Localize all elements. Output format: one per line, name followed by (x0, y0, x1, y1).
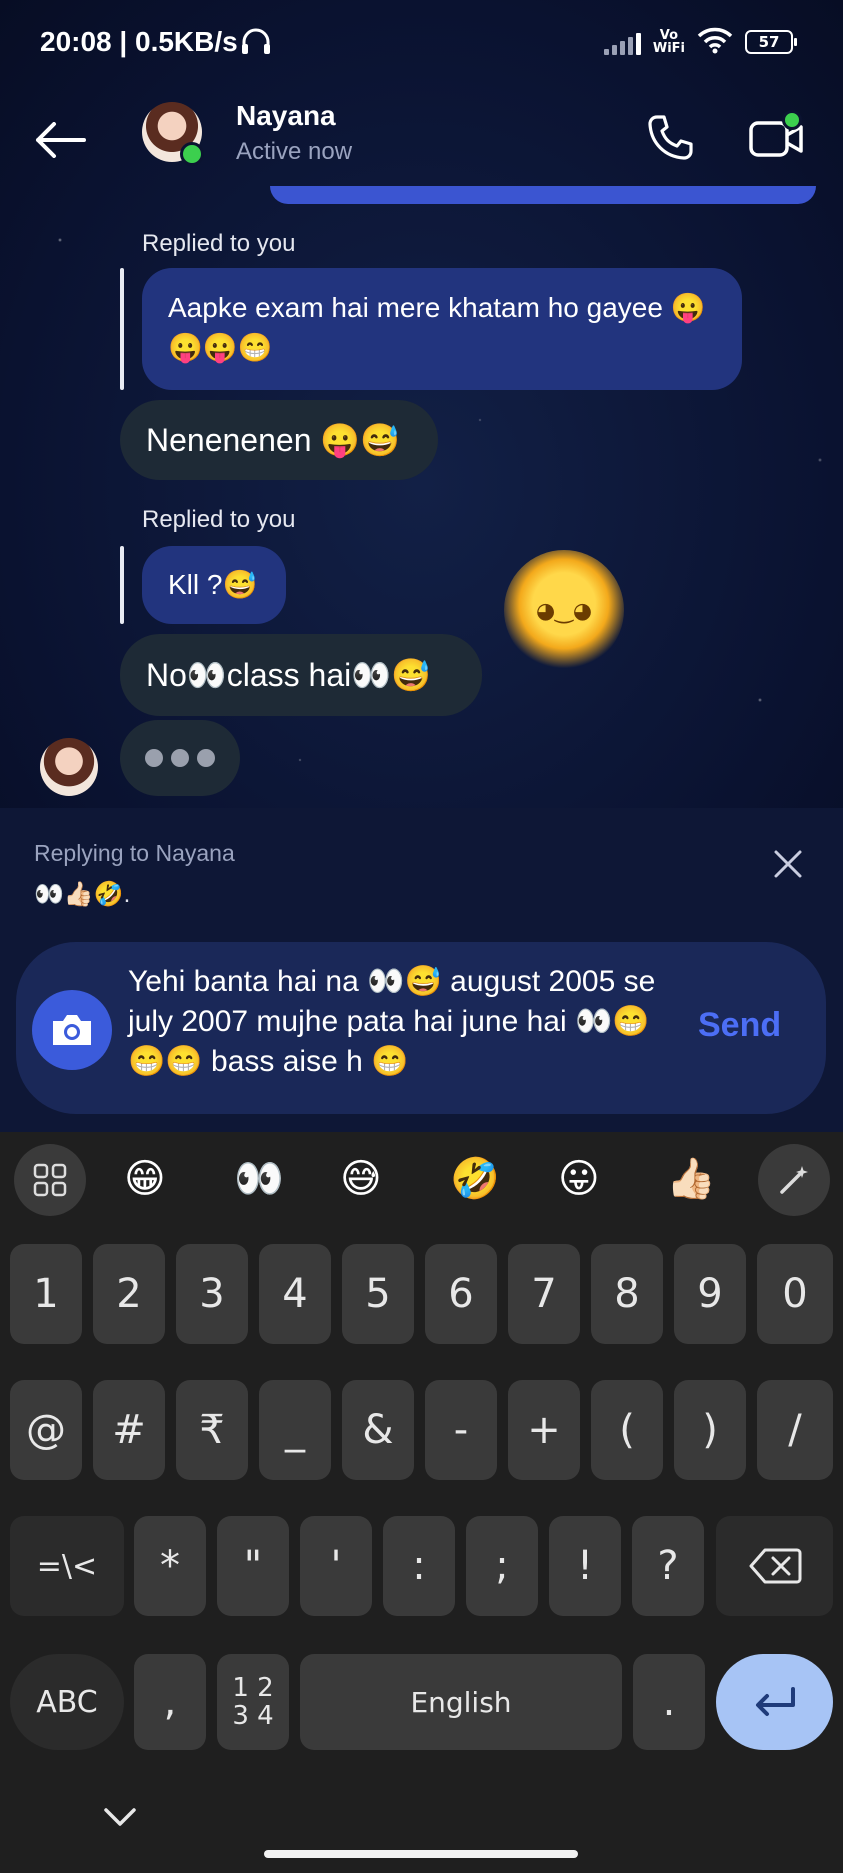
key-ampersand[interactable]: & (342, 1380, 414, 1480)
status-icons: Vo WiFi 57 (603, 26, 797, 58)
number-pad-key[interactable]: 1 2 3 4 (217, 1654, 289, 1750)
emoji-suggestion[interactable]: 😁 (124, 1154, 166, 1204)
enter-key[interactable] (716, 1654, 833, 1750)
keyboard: 😁 👀 😅 🤣 😛 👍🏻 1 2 3 4 5 6 7 8 9 0 @ # ₹ _… (0, 1132, 843, 1873)
vowifi-icon: Vo WiFi (652, 28, 685, 56)
space-key[interactable]: English (300, 1654, 622, 1750)
home-indicator[interactable] (264, 1850, 578, 1858)
key-open-paren[interactable]: ( (591, 1380, 663, 1480)
battery-icon: 57 (745, 30, 797, 54)
key-comma[interactable]: , (134, 1654, 206, 1750)
message-bubble[interactable]: No👀class hai👀😅 (120, 634, 482, 716)
message-input[interactable]: Yehi banta hai na 👀😅 august 2005 se july… (128, 962, 658, 1082)
key-more-symbols[interactable]: =\< (10, 1516, 124, 1616)
video-online-indicator (782, 110, 802, 130)
magic-wand-icon (780, 1166, 808, 1194)
emoji-suggestion[interactable]: 🤣 (450, 1154, 500, 1204)
replied-to-label: Replied to you (142, 230, 296, 257)
emoji-grid-button[interactable] (14, 1144, 86, 1216)
signal-icon (603, 29, 641, 55)
key-slash[interactable]: / (757, 1380, 833, 1480)
key-plus[interactable]: + (508, 1380, 580, 1480)
reply-preview-text: 👀👍🏻🤣. (34, 881, 131, 908)
abc-key[interactable]: ABC (10, 1654, 124, 1750)
emoji-suggestion[interactable]: 👀 (234, 1154, 284, 1204)
typing-indicator (120, 720, 240, 796)
key-rupee[interactable]: ₹ (176, 1380, 248, 1480)
key-5[interactable]: 5 (342, 1244, 414, 1344)
emoji-suggestion[interactable]: 😅 (340, 1154, 382, 1204)
key-semicolon[interactable]: ; (466, 1516, 538, 1616)
key-double-quote[interactable]: " (217, 1516, 289, 1616)
video-call-button[interactable] (744, 108, 808, 168)
close-icon (774, 850, 802, 878)
camera-icon (53, 1015, 91, 1045)
key-minus[interactable]: - (425, 1380, 497, 1480)
key-at[interactable]: @ (10, 1380, 82, 1480)
chat-header: Nayana Active now (0, 90, 843, 200)
headphones-icon (240, 26, 272, 60)
key-period[interactable]: . (633, 1654, 705, 1750)
contact-status: Active now (236, 138, 353, 165)
hide-keyboard-button[interactable] (100, 1802, 140, 1832)
key-question[interactable]: ? (632, 1516, 704, 1616)
key-2[interactable]: 2 (93, 1244, 165, 1344)
arrow-left-icon (36, 122, 86, 158)
back-button[interactable] (30, 110, 90, 170)
wifi-icon (697, 26, 733, 58)
key-3[interactable]: 3 (176, 1244, 248, 1344)
key-0[interactable]: 0 (757, 1244, 833, 1344)
key-single-quote[interactable]: ' (300, 1516, 372, 1616)
reply-indicator-bar (120, 268, 124, 390)
replied-to-label: Replied to you (142, 506, 296, 533)
reply-preview-panel: Replying to Nayana 👀👍🏻🤣. (0, 808, 843, 932)
camera-button[interactable] (32, 990, 112, 1070)
voice-call-button[interactable] (640, 108, 700, 168)
key-colon[interactable]: : (383, 1516, 455, 1616)
status-time: 20:08 | 0.5KB/s (40, 26, 238, 57)
message-bubble[interactable]: Nenenenen 😛😅 (120, 400, 438, 480)
chevron-down-icon (104, 1808, 136, 1826)
grid-icon (33, 1163, 67, 1197)
key-exclamation[interactable]: ! (549, 1516, 621, 1616)
message-bubble[interactable]: Kll ?😅 (142, 546, 286, 624)
reply-indicator-bar (120, 546, 124, 624)
contact-avatar-small[interactable] (40, 738, 98, 796)
key-underscore[interactable]: _ (259, 1380, 331, 1480)
key-6[interactable]: 6 (425, 1244, 497, 1344)
star-face-icon: ◕‿◕ (535, 599, 593, 624)
replying-to-label: Replying to Nayana (34, 840, 235, 866)
close-reply-button[interactable] (770, 846, 806, 882)
emoji-suggestion[interactable]: 👍🏻 (666, 1154, 716, 1204)
key-9[interactable]: 9 (674, 1244, 746, 1344)
status-bar: 20:08 | 0.5KB/s Vo WiFi 57 (0, 0, 843, 90)
key-4[interactable]: 4 (259, 1244, 331, 1344)
contact-name[interactable]: Nayana (236, 100, 336, 132)
key-hash[interactable]: # (93, 1380, 165, 1480)
key-asterisk[interactable]: * (134, 1516, 206, 1616)
magic-wand-button[interactable] (758, 1144, 830, 1216)
enter-icon (755, 1687, 795, 1716)
key-close-paren[interactable]: ) (674, 1380, 746, 1480)
online-indicator (180, 142, 204, 166)
key-1[interactable]: 1 (10, 1244, 82, 1344)
key-7[interactable]: 7 (508, 1244, 580, 1344)
backspace-icon (749, 1548, 801, 1584)
backspace-key[interactable] (716, 1516, 833, 1616)
message-bubble[interactable]: Aapke exam hai mere khatam ho gayee 😛😛😛😁 (142, 268, 742, 390)
emoji-suggestion[interactable]: 😛 (558, 1154, 600, 1204)
key-8[interactable]: 8 (591, 1244, 663, 1344)
phone-icon (648, 115, 693, 160)
previous-message-bubble[interactable] (270, 186, 816, 204)
send-button[interactable]: Send (698, 1006, 781, 1045)
